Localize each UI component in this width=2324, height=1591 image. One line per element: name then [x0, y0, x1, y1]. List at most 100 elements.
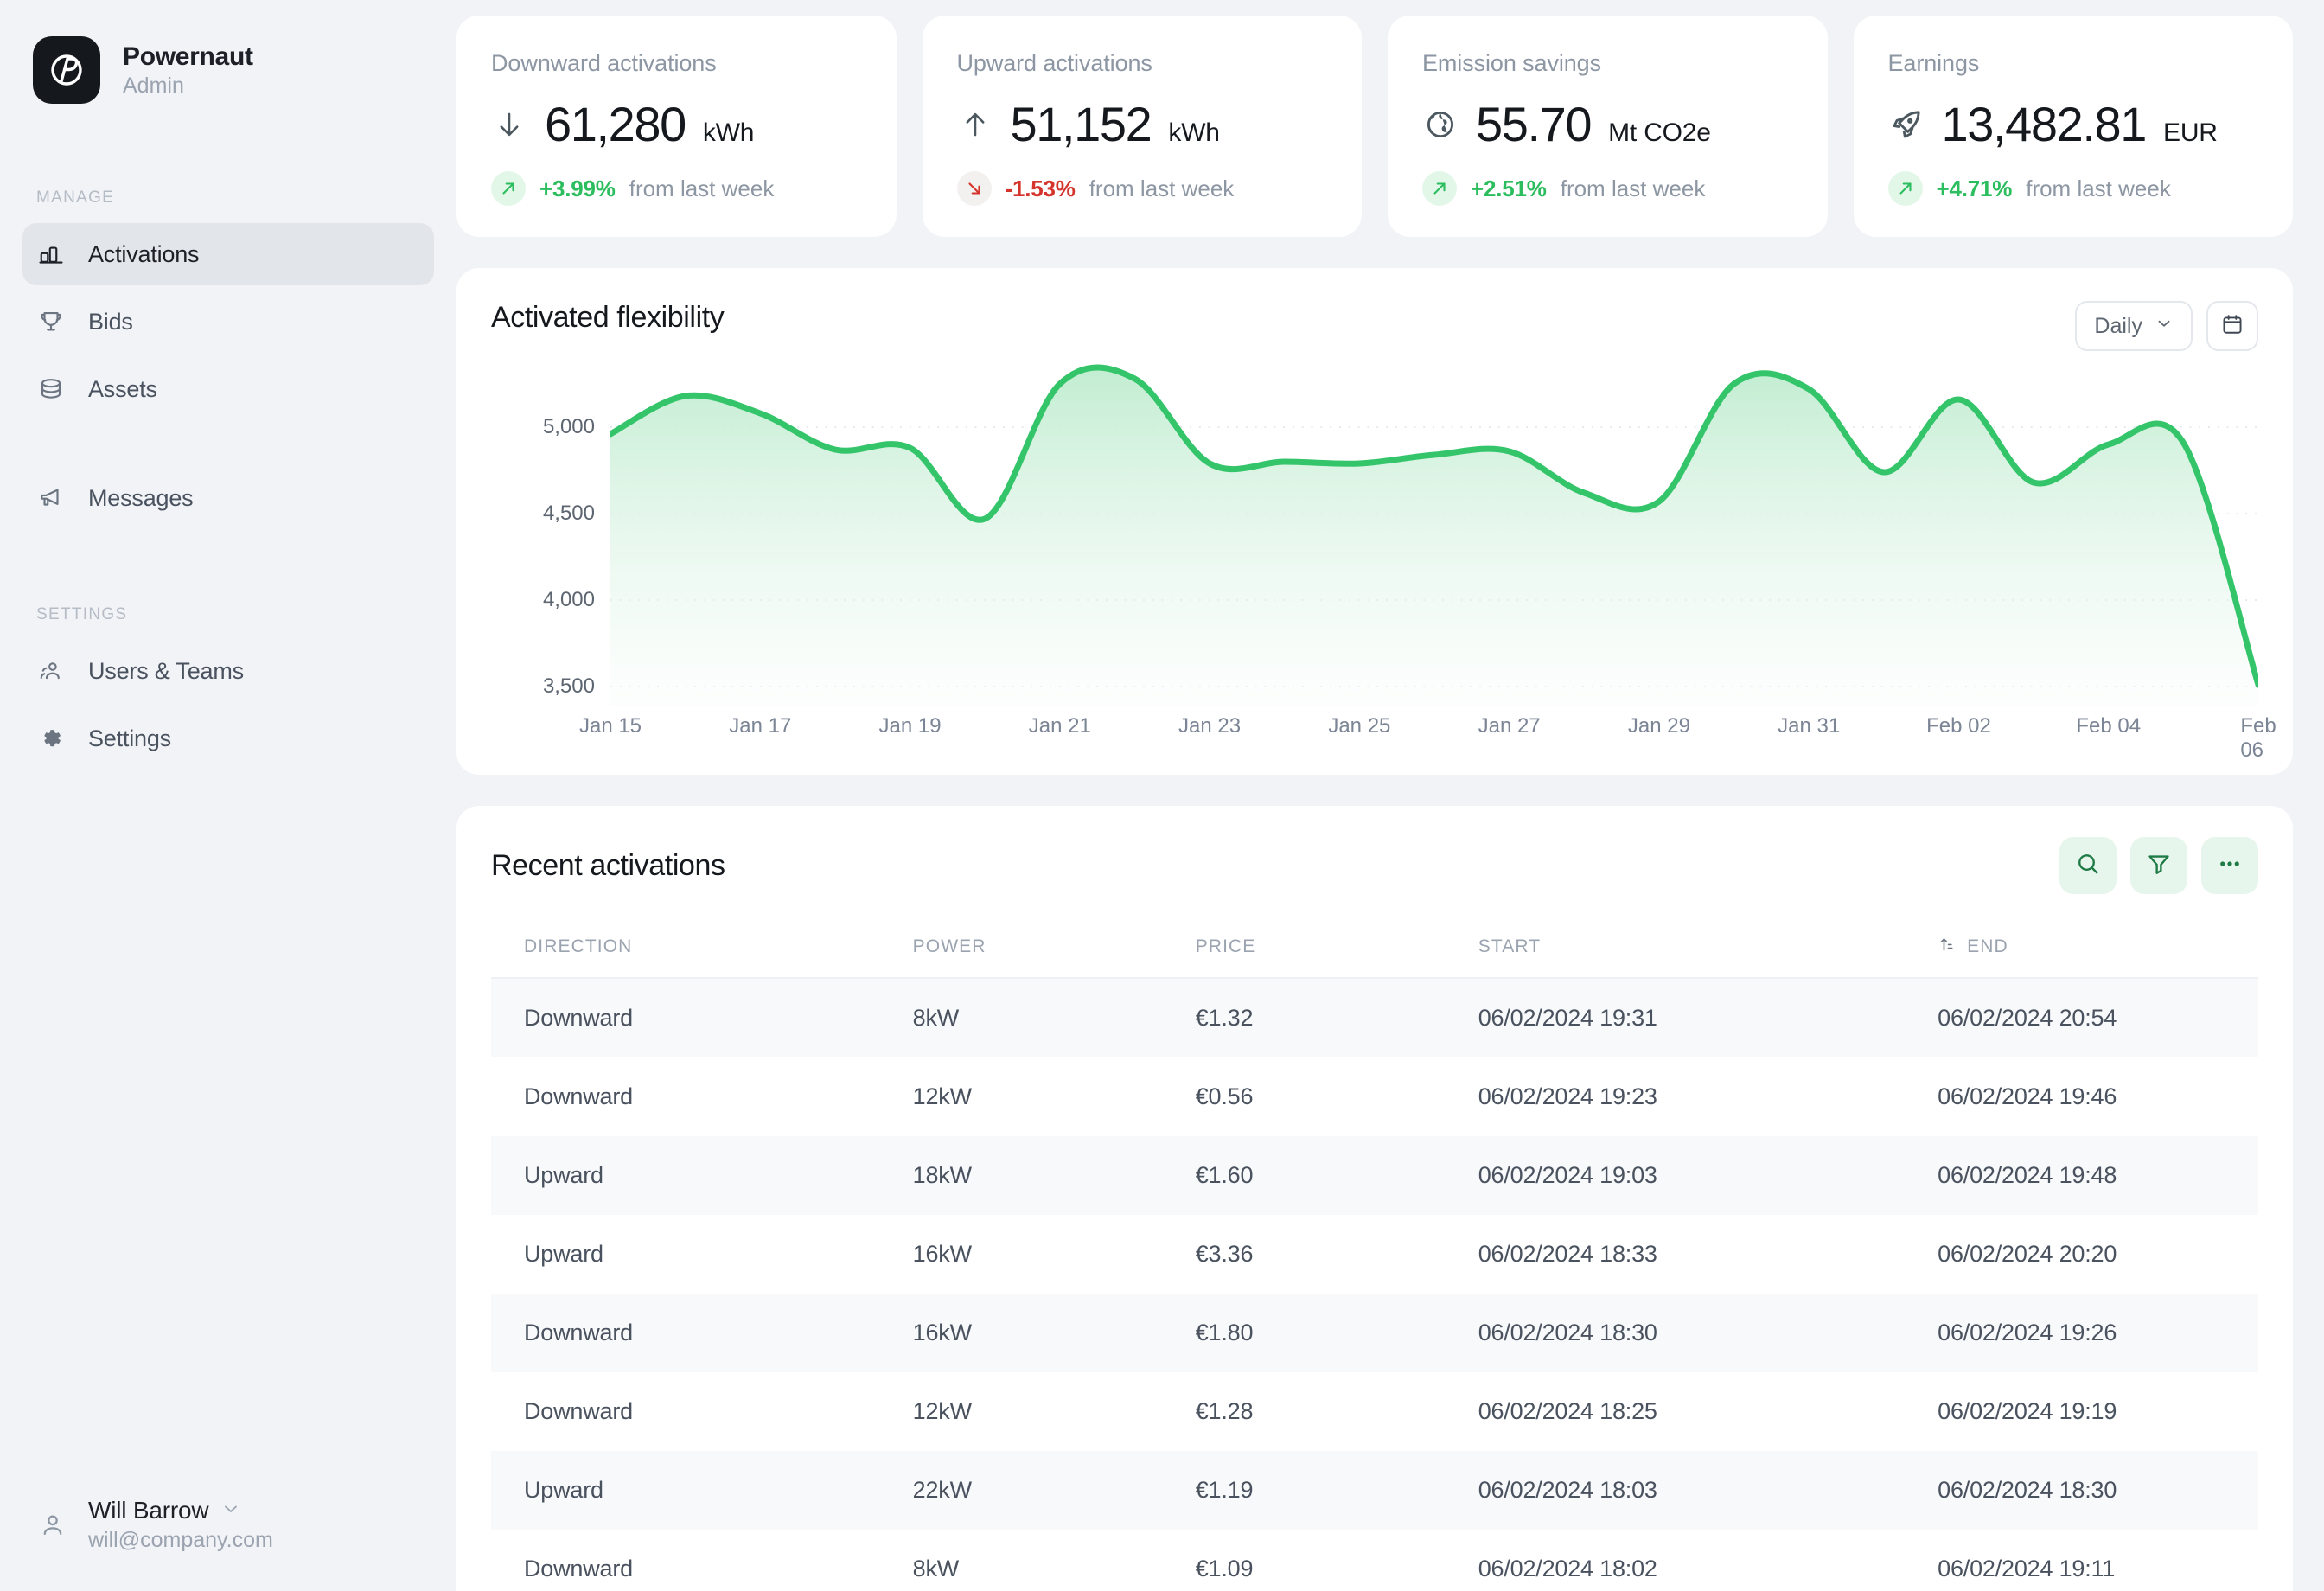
- app-root: Powernaut Admin MANAGE Activations Bids: [0, 0, 2324, 1591]
- kpi-delta-text: from last week: [629, 175, 775, 201]
- granularity-value: Daily: [2094, 313, 2142, 338]
- y-tick-label: 3,500: [542, 674, 595, 698]
- granularity-select[interactable]: Daily: [2075, 301, 2193, 351]
- kpi-unit: kWh: [1168, 118, 1220, 147]
- x-tick-label: Jan 31: [1778, 714, 1841, 738]
- cell-direction: Downward: [524, 1005, 633, 1031]
- kpi-delta-text: from last week: [1089, 175, 1235, 201]
- sidebar-item-label: Messages: [88, 484, 194, 511]
- date-range-button[interactable]: [2206, 301, 2258, 351]
- kpi-delta: +3.99%: [540, 175, 616, 201]
- sidebar-item-label: Users & Teams: [88, 657, 244, 684]
- cell-direction: Upward: [524, 1241, 603, 1267]
- rocket-icon: [1888, 105, 1925, 144]
- kpi-card-upward-activations: Upward activations 51,152 kWh -1.53% fro…: [922, 16, 1362, 237]
- cell-end: 06/02/2024 18:30: [1938, 1477, 2117, 1503]
- column-header-start[interactable]: START: [1445, 920, 1906, 979]
- column-header-price[interactable]: PRICE: [1162, 920, 1446, 979]
- cell-start: 06/02/2024 18:03: [1478, 1477, 1657, 1503]
- table-row[interactable]: Upward 22kW €1.19 06/02/2024 18:03 06/02/202…: [491, 1451, 2258, 1530]
- sidebar-item-messages[interactable]: Messages: [22, 467, 434, 529]
- x-tick-label: Feb 04: [2076, 714, 2142, 738]
- cell-end: 06/02/2024 19:26: [1938, 1319, 2117, 1345]
- sidebar-item-label: Activations: [88, 240, 200, 267]
- activations-table: DIRECTION POWER PRICE START END Downward…: [491, 920, 2258, 1591]
- cell-end: 06/02/2024 19:11: [1938, 1556, 2116, 1581]
- x-tick-label: Jan 15: [578, 714, 642, 738]
- table-row[interactable]: Downward 8kW €1.32 06/02/2024 19:31 06/02/20…: [491, 978, 2258, 1057]
- chart-x-axis: Jan 15 Jan 17 Jan 19 Jan 21 Jan 23 Jan 25 Jan …: [579, 707, 2276, 762]
- kpi-value: 55.70: [1476, 97, 1593, 151]
- table-row[interactable]: Upward 18kW €1.60 06/02/2024 19:03 06/02/202…: [491, 1136, 2258, 1215]
- recent-activations-card: Recent activations DIRECTION POWER PRICE…: [456, 806, 2293, 1591]
- sidebar: Powernaut Admin MANAGE Activations Bids: [0, 0, 456, 1591]
- y-tick-label: 4,000: [542, 588, 595, 611]
- cell-price: €0.56: [1195, 1083, 1254, 1109]
- sidebar-item-label: Settings: [88, 725, 171, 751]
- user-avatar-icon: [38, 1511, 67, 1540]
- sidebar-item-activations[interactable]: Activations: [22, 223, 434, 285]
- cell-price: €1.32: [1195, 1005, 1254, 1031]
- kpi-value: 51,152: [1010, 97, 1152, 151]
- filter-button[interactable]: [2130, 837, 2187, 894]
- brand: Powernaut Admin: [0, 0, 456, 104]
- x-tick-label: Jan 17: [729, 714, 792, 738]
- calendar-icon: [2221, 313, 2244, 340]
- table-title: Recent activations: [491, 848, 725, 882]
- kpi-value: 13,482.81: [1941, 97, 2148, 151]
- cell-end: 06/02/2024 19:19: [1938, 1398, 2117, 1424]
- kpi-card-emission-savings: Emission savings 55.70 Mt CO2e +2.51% fr…: [1388, 16, 1828, 237]
- more-options-button[interactable]: [2201, 837, 2258, 894]
- sort-arrows-icon[interactable]: [1938, 936, 1955, 958]
- brand-role: Admin: [123, 73, 184, 98]
- sidebar-item-users-and-teams[interactable]: Users & Teams: [22, 640, 434, 702]
- column-header-end[interactable]: END: [1905, 920, 2258, 979]
- cell-direction: Downward: [524, 1319, 633, 1345]
- kpi-title: Emission savings: [1422, 50, 1601, 76]
- column-header-power[interactable]: POWER: [879, 920, 1163, 979]
- chart-y-axis: 5,000 4,500 4,000 3,500: [491, 360, 595, 706]
- table-row[interactable]: Upward 16kW €3.36 06/02/2024 18:33 06/02/202…: [491, 1215, 2258, 1294]
- kpi-card-downward-activations: Downward activations 61,280 kWh +3.99% f…: [456, 16, 897, 237]
- kpi-delta: -1.53%: [1005, 175, 1076, 201]
- trophy-icon: [36, 307, 66, 336]
- arrow-up-icon: [957, 105, 993, 144]
- sidebar-item-bids[interactable]: Bids: [22, 291, 434, 353]
- trend-down-icon: [956, 171, 992, 206]
- cell-power: 8kW: [912, 1005, 960, 1031]
- chart-canvas: [607, 360, 2262, 706]
- chart-plot-area: 5,000 4,500 4,000 3,500 Jan 15 Jan 17 Ja…: [491, 360, 2276, 762]
- x-tick-label: Jan 29: [1627, 714, 1690, 738]
- table-row[interactable]: Downward 8kW €1.09 06/02/2024 18:02 06/02/20…: [491, 1530, 2258, 1591]
- column-header-direction[interactable]: DIRECTION: [491, 920, 880, 979]
- user-profile[interactable]: Will Barrow will@company.com: [0, 1497, 456, 1553]
- sidebar-item-label: Bids: [88, 308, 133, 335]
- cell-direction: Downward: [524, 1083, 633, 1109]
- kpi-delta: +2.51%: [1471, 175, 1547, 201]
- x-tick-label: Jan 19: [878, 714, 942, 738]
- table-row[interactable]: Downward 12kW €0.56 06/02/2024 19:23 06/02/2…: [491, 1057, 2258, 1136]
- cell-end: 06/02/2024 19:46: [1938, 1083, 2117, 1109]
- table-row[interactable]: Downward 16kW €1.80 06/02/2024 18:30 06/02/2…: [491, 1294, 2258, 1372]
- sidebar-item-assets[interactable]: Assets: [22, 358, 434, 420]
- chart-title: Activated flexibility: [491, 301, 725, 334]
- table-row[interactable]: Downward 12kW €1.28 06/02/2024 18:25 06/02/2…: [491, 1372, 2258, 1451]
- gear-icon: [36, 724, 66, 753]
- x-tick-label: Jan 23: [1178, 714, 1242, 738]
- activated-flexibility-chart-card: Activated flexibility Daily 5,000 4,500 …: [456, 268, 2293, 775]
- cell-direction: Upward: [524, 1477, 603, 1503]
- chevron-down-icon[interactable]: [220, 1498, 241, 1524]
- brand-name: Powernaut: [123, 42, 253, 71]
- user-name: Will Barrow: [88, 1497, 209, 1524]
- search-button[interactable]: [2059, 837, 2116, 894]
- x-tick-label: Feb 02: [1926, 714, 1991, 738]
- globe-icon: [1422, 105, 1459, 144]
- cell-end: 06/02/2024 19:48: [1938, 1162, 2117, 1188]
- sidebar-item-settings[interactable]: Settings: [22, 707, 434, 770]
- trend-up-icon: [491, 171, 526, 206]
- kpi-value: 61,280: [545, 97, 686, 151]
- bar-chart-icon: [36, 240, 66, 269]
- nav-section-manage-label: MANAGE: [36, 188, 115, 207]
- cell-start: 06/02/2024 19:31: [1478, 1005, 1657, 1031]
